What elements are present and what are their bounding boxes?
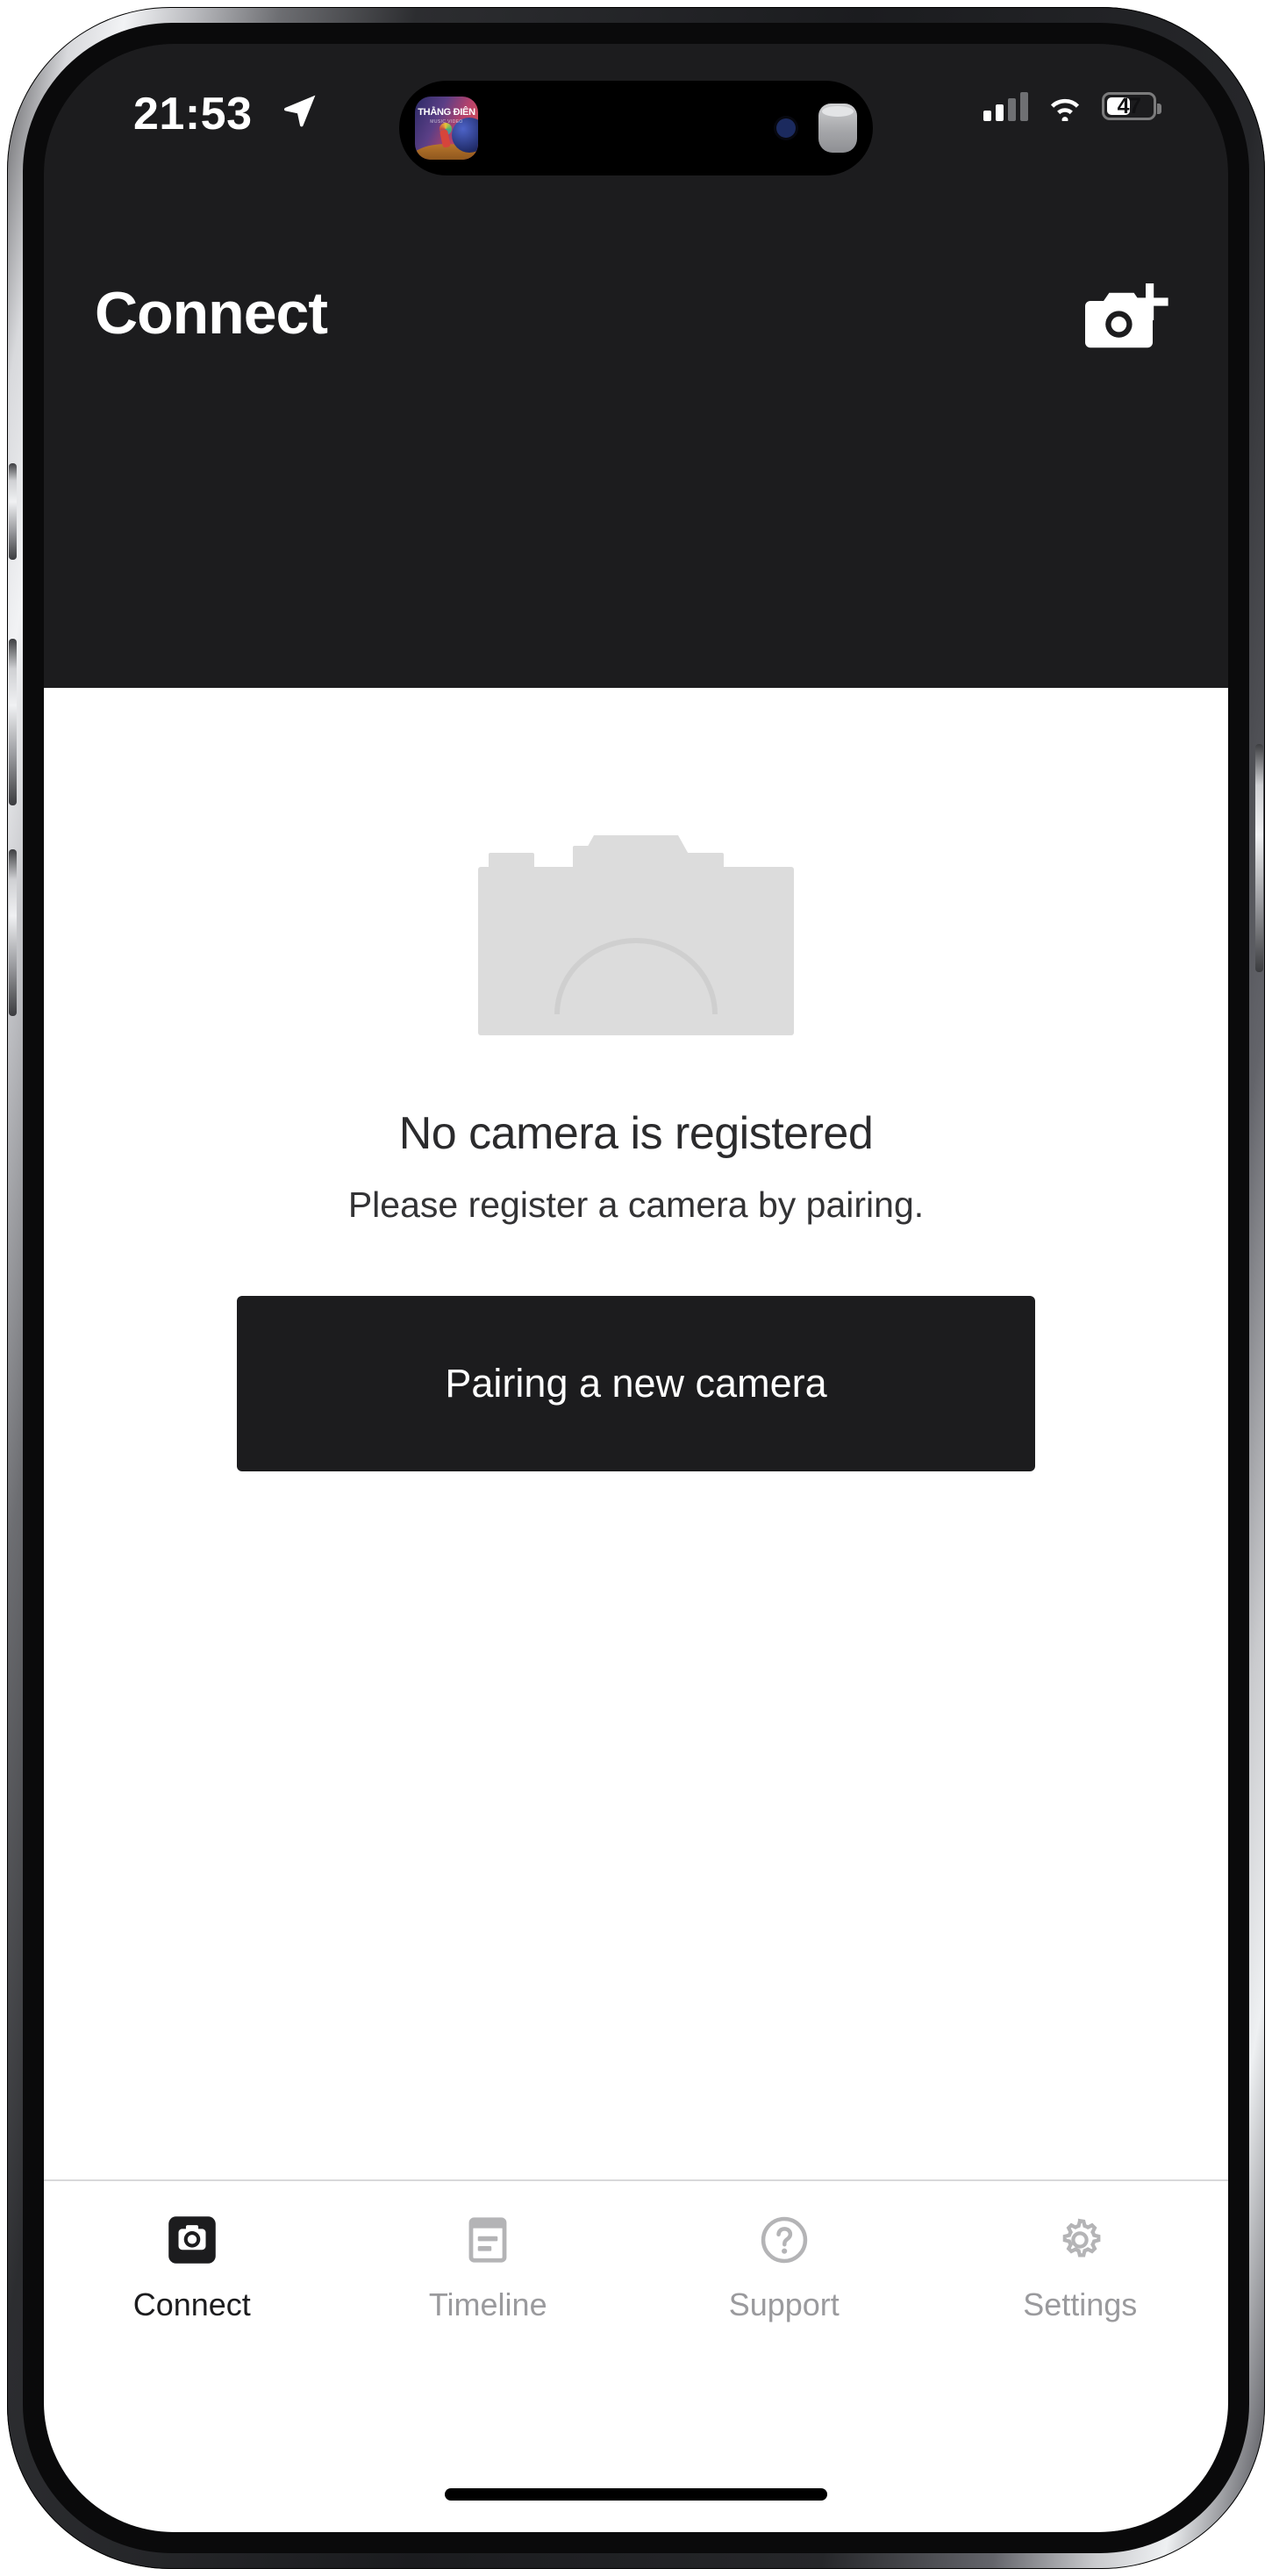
battery-percent-label: 47 — [1117, 93, 1141, 118]
add-camera-icon[interactable] — [1077, 283, 1174, 354]
main-content: No camera is registered Please register … — [44, 688, 1228, 2179]
power-button[interactable] — [1255, 744, 1263, 972]
tab-bar: Connect Timeline Support Settings — [44, 2179, 1228, 2532]
tab-timeline[interactable]: Timeline — [340, 2213, 637, 2323]
status-bar: 21:53 47 THẰNG ĐIÊN MUSIC VIDEO — [44, 44, 1228, 211]
tab-label-support: Support — [728, 2286, 840, 2322]
album-art-icon[interactable]: THẰNG ĐIÊN MUSIC VIDEO — [415, 97, 478, 160]
battery-indicator: 47 — [1102, 92, 1161, 120]
pairing-new-camera-button[interactable]: Pairing a new camera — [237, 1296, 1035, 1471]
page-title: Connect — [95, 280, 328, 347]
phone-screen: 21:53 47 THẰNG ĐIÊN MUSIC VIDEO Connect … — [44, 44, 1228, 2532]
empty-state-title: No camera is registered — [398, 1108, 874, 1159]
tab-settings[interactable]: Settings — [933, 2213, 1229, 2323]
empty-state-subtitle: Please register a camera by pairing. — [347, 1184, 925, 1225]
home-indicator[interactable] — [445, 2488, 827, 2501]
album-art-title: THẰNG ĐIÊN — [418, 107, 475, 118]
tab-connect[interactable]: Connect — [44, 2213, 340, 2323]
tab-support[interactable]: Support — [636, 2213, 933, 2323]
document-list-icon — [468, 2217, 507, 2263]
screenshot-root: 21:53 47 THẰNG ĐIÊN MUSIC VIDEO Connect … — [0, 0, 1272, 2576]
phone-device-frame: 21:53 47 THẰNG ĐIÊN MUSIC VIDEO Connect … — [7, 7, 1265, 2569]
dynamic-island[interactable]: THẰNG ĐIÊN MUSIC VIDEO — [399, 81, 873, 175]
volume-down-button[interactable] — [9, 849, 17, 1016]
status-bar-indicators: 47 — [983, 91, 1161, 121]
tab-label-settings: Settings — [1023, 2286, 1138, 2322]
status-bar-time: 21:53 — [133, 89, 253, 140]
cellular-signal-icon — [983, 91, 1028, 121]
face-id-camera-icon — [776, 118, 796, 138]
tab-label-connect: Connect — [132, 2286, 251, 2322]
silent-switch-button[interactable] — [9, 463, 17, 560]
gear-icon — [1062, 2218, 1101, 2258]
wifi-icon — [1050, 98, 1080, 121]
camera-placeholder-icon — [478, 835, 794, 1035]
camera-icon — [168, 2216, 216, 2264]
question-circle-icon — [761, 2216, 807, 2264]
volume-up-button[interactable] — [9, 639, 17, 805]
homepod-icon[interactable] — [818, 104, 857, 153]
tab-label-timeline: Timeline — [428, 2286, 547, 2322]
app-bar: Connect — [44, 211, 1228, 688]
location-arrow-icon — [284, 95, 316, 127]
album-art-subtitle: MUSIC VIDEO — [430, 119, 463, 125]
